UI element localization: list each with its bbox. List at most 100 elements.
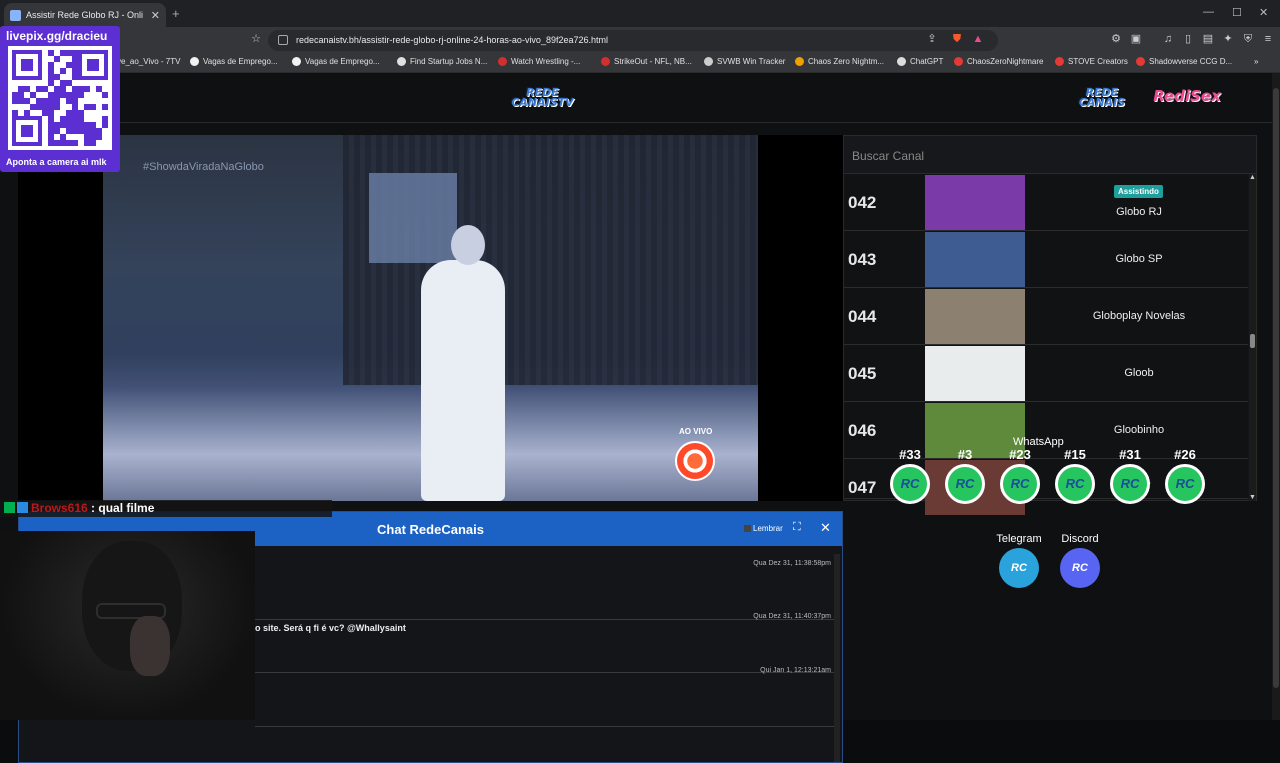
minimize-icon[interactable]: — bbox=[1203, 6, 1214, 18]
bookmark-label: STOVE Creators bbox=[1068, 57, 1128, 66]
whatsapp-group-link[interactable]: #33 RC bbox=[885, 447, 935, 504]
media-icon[interactable]: ♫ bbox=[1162, 33, 1174, 45]
tab-title: Assistir Rede Globo RJ - Onli bbox=[26, 10, 144, 20]
channel-row[interactable]: 042 Assistindo Globo RJ bbox=[844, 174, 1248, 231]
whatsapp-icon[interactable]: RC bbox=[1000, 464, 1040, 504]
bookmark-item[interactable]: Shadowverse CCG D... bbox=[1136, 57, 1232, 66]
bookmark-item[interactable]: Find Startup Jobs N... bbox=[397, 57, 487, 66]
bookmark-favicon-icon bbox=[897, 57, 906, 66]
menu-icon[interactable]: ≡ bbox=[1262, 33, 1274, 45]
whatsapp-group-link[interactable]: #3 RC bbox=[940, 447, 990, 504]
remember-checkbox-box[interactable] bbox=[744, 525, 751, 532]
qr-module bbox=[84, 86, 90, 92]
watching-badge: Assistindo bbox=[1114, 185, 1163, 198]
whatsapp-icon[interactable]: RC bbox=[945, 464, 985, 504]
badge-icon-blue bbox=[17, 502, 28, 513]
badge-icon-green bbox=[4, 502, 15, 513]
whatsapp-group-number: #3 bbox=[957, 447, 973, 462]
telegram-icon[interactable]: RC bbox=[999, 548, 1039, 588]
partner-logo-redisex[interactable]: RediSex bbox=[1148, 89, 1226, 104]
remember-checkbox[interactable]: Lembrar bbox=[744, 524, 783, 533]
channel-thumbnail[interactable] bbox=[925, 232, 1025, 287]
qr-module bbox=[24, 110, 30, 116]
bookmark-favicon-icon bbox=[292, 57, 301, 66]
bookmark-item[interactable]: Watch Wrestling -... bbox=[498, 57, 580, 66]
bookmark-item[interactable]: ChaosZeroNightmare bbox=[954, 57, 1043, 66]
tab-close-icon[interactable]: ✕ bbox=[151, 9, 160, 22]
bookmark-label: Vagas de Emprego... bbox=[305, 57, 380, 66]
bookmark-icon[interactable]: ☆ bbox=[250, 33, 262, 45]
url-field[interactable]: redecanaistv.bh/assistir-rede-globo-rj-o… bbox=[268, 30, 998, 51]
channel-search-input[interactable]: Buscar Canal bbox=[844, 136, 1256, 174]
scroll-up-icon[interactable]: ▲ bbox=[1249, 174, 1256, 181]
channel-list-scrollbar[interactable]: ▲ ▼ bbox=[1249, 174, 1256, 501]
close-window-icon[interactable]: ✕ bbox=[1259, 6, 1268, 19]
channel-thumbnail[interactable] bbox=[925, 346, 1025, 401]
bookmark-item[interactable]: ChatGPT bbox=[897, 57, 943, 66]
sidebar-icon[interactable]: ▯ bbox=[1182, 33, 1194, 45]
bookmark-item[interactable]: Vagas de Emprego... bbox=[190, 57, 278, 66]
vpn-icon[interactable]: ⛨ bbox=[1242, 33, 1254, 45]
channel-row[interactable]: 044 Globoplay Novelas bbox=[844, 288, 1248, 345]
chat-timestamp: Qua Dez 31, 11:40:37pm bbox=[753, 613, 831, 620]
site-info-icon[interactable] bbox=[278, 35, 288, 45]
bookmarks-bar: ve_ao_Vivo - 7TV Vagas de Emprego... Vagas… bbox=[0, 53, 1280, 73]
bookmark-item[interactable]: Vagas de Emprego... bbox=[292, 57, 380, 66]
whatsapp-group-link[interactable]: #15 RC bbox=[1050, 447, 1100, 504]
maximize-icon[interactable]: ☐ bbox=[1232, 6, 1242, 19]
channel-thumbnail[interactable] bbox=[925, 175, 1025, 230]
live-label: AO VIVO bbox=[679, 427, 713, 436]
channel-list-scroll-thumb[interactable] bbox=[1250, 334, 1255, 348]
scroll-down-icon[interactable]: ▼ bbox=[1249, 494, 1256, 501]
discord-label: Discord bbox=[1061, 533, 1099, 545]
whatsapp-group-number: #33 bbox=[899, 447, 921, 462]
screenshot-icon[interactable]: ▣ bbox=[1130, 33, 1142, 45]
bookmark-item[interactable]: StrikeOut - NFL, NB... bbox=[601, 57, 692, 66]
telegram-link[interactable]: Telegram RC bbox=[989, 533, 1049, 588]
page-scroll-thumb[interactable] bbox=[1273, 88, 1279, 688]
rewards-icon[interactable]: ▲ bbox=[972, 33, 984, 45]
bookmark-item[interactable]: STOVE Creators bbox=[1055, 57, 1128, 66]
bookmark-label: Watch Wrestling -... bbox=[511, 57, 581, 66]
channel-row[interactable]: 043 Globo SP bbox=[844, 231, 1248, 288]
whatsapp-group-link[interactable]: #26 RC bbox=[1160, 447, 1210, 504]
tab-favicon-icon bbox=[10, 9, 21, 21]
channel-thumbnail[interactable] bbox=[925, 289, 1025, 344]
chat-scrollbar[interactable] bbox=[834, 554, 840, 762]
bookmark-item[interactable]: Chaos Zero Nightm... bbox=[795, 57, 884, 66]
whatsapp-icon[interactable]: RC bbox=[1110, 464, 1150, 504]
extensions-icon[interactable]: ⚙ bbox=[1110, 33, 1122, 45]
partner-logo-redecanais[interactable]: REDE CANAIS bbox=[1068, 87, 1136, 109]
whatsapp-icon[interactable]: RC bbox=[1055, 464, 1095, 504]
bookmark-label: Vagas de Emprego... bbox=[203, 57, 278, 66]
bookmark-favicon-icon bbox=[601, 57, 610, 66]
fullscreen-icon[interactable]: ⛶ bbox=[793, 521, 801, 534]
video-frame[interactable]: #ShowdaViradaNaGlobo AO VIVO bbox=[103, 135, 758, 501]
tab-active[interactable]: Assistir Rede Globo RJ - Onli ✕ bbox=[4, 3, 166, 27]
partner-logo-line2: CANAIS bbox=[1078, 96, 1126, 109]
channel-row[interactable]: 045 Gloob bbox=[844, 345, 1248, 402]
chat-timestamp: Qui Jan 1, 12:13:21am bbox=[760, 667, 831, 674]
whatsapp-group-link[interactable]: #31 RC bbox=[1105, 447, 1155, 504]
page-scrollbar[interactable] bbox=[1272, 73, 1280, 720]
site-logo[interactable]: REDE CANAISTV bbox=[505, 87, 580, 108]
discord-icon[interactable]: RC bbox=[1060, 548, 1100, 588]
share-icon[interactable]: ⇪ bbox=[926, 33, 938, 45]
chat-message: Qui Jan 1, 12:13:21am bbox=[255, 661, 835, 727]
more-bookmarks-icon[interactable]: » bbox=[1254, 57, 1258, 66]
wallet-icon[interactable]: ▤ bbox=[1202, 33, 1214, 45]
discord-link[interactable]: Discord RC bbox=[1050, 533, 1110, 588]
brave-shield-icon[interactable]: ⛊ bbox=[951, 33, 963, 45]
video-player[interactable]: #ShowdaViradaNaGlobo AO VIVO bbox=[18, 135, 843, 501]
whatsapp-group-link[interactable]: #23 RC bbox=[995, 447, 1045, 504]
leo-icon[interactable]: ✦ bbox=[1222, 33, 1234, 45]
globo-logo-icon bbox=[675, 441, 715, 481]
close-icon[interactable]: ✕ bbox=[820, 520, 831, 536]
new-tab-button[interactable]: + bbox=[172, 6, 180, 21]
qr-module bbox=[72, 140, 78, 146]
bookmark-item[interactable]: SVWB Win Tracker bbox=[704, 57, 785, 66]
video-performer-head bbox=[451, 225, 485, 265]
whatsapp-icon[interactable]: RC bbox=[890, 464, 930, 504]
whatsapp-icon[interactable]: RC bbox=[1165, 464, 1205, 504]
channel-number: 047 bbox=[848, 478, 877, 497]
